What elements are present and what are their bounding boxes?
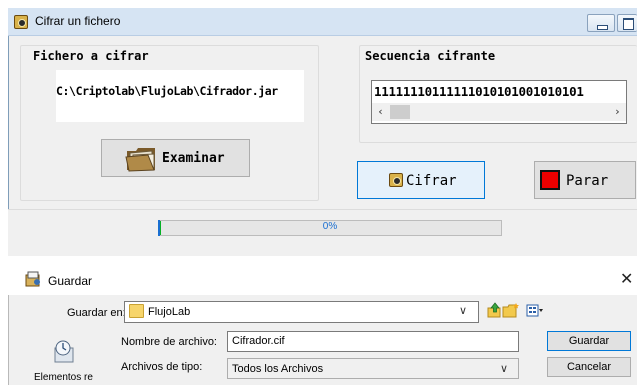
scroll-right-icon[interactable]: ›	[609, 103, 626, 121]
chevron-down-icon[interactable]: ∨	[459, 304, 467, 317]
progress-label: 0%	[322, 221, 338, 232]
save-dialog-icon	[25, 271, 40, 287]
view-menu-icon[interactable]	[526, 303, 544, 318]
filetype-value: Todos los Archivos	[232, 363, 324, 375]
folder-icon	[129, 304, 144, 318]
cipher-window-title: Cifrar un fichero	[35, 14, 121, 28]
file-groupbox	[20, 45, 319, 201]
maximize-button[interactable]	[617, 14, 637, 32]
folder-files-icon	[125, 148, 155, 172]
app-key-icon	[389, 173, 403, 187]
file-path-text: C:\Criptolab\FlujoLab\Cifrador.jar	[56, 84, 278, 98]
up-folder-icon[interactable]	[487, 302, 502, 318]
places-item-label: Elementos re	[34, 372, 93, 383]
recent-items-icon[interactable]	[51, 338, 75, 364]
app-key-icon	[14, 15, 28, 29]
sequence-group-label: Secuencia cifrante	[362, 49, 499, 63]
browse-button-label: Examinar	[162, 151, 225, 166]
minimize-button[interactable]	[587, 14, 615, 32]
cipher-button-label: Cifrar	[406, 173, 457, 189]
sequence-value: 11111110111111010101001010101	[374, 84, 584, 99]
filename-input[interactable]: Cifrador.cif	[227, 331, 519, 352]
filetype-label: Archivos de tipo:	[121, 361, 203, 373]
stop-icon	[540, 170, 560, 190]
file-group-label: Fichero a cifrar	[30, 49, 152, 63]
save-button[interactable]: Guardar	[547, 331, 631, 351]
save-in-value: FlujoLab	[148, 306, 191, 318]
sequence-scrollbar[interactable]	[372, 103, 626, 121]
scroll-left-icon[interactable]: ‹	[372, 103, 389, 121]
close-icon[interactable]: ✕	[620, 269, 633, 288]
filename-label: Nombre de archivo:	[121, 336, 217, 348]
save-dialog-title: Guardar	[48, 274, 93, 288]
scrollbar-thumb[interactable]	[390, 105, 410, 119]
new-folder-icon[interactable]	[502, 302, 520, 318]
save-dialog-titlebar[interactable]	[8, 263, 637, 295]
cancel-button[interactable]: Cancelar	[547, 357, 631, 377]
stop-button-label: Parar	[566, 173, 609, 189]
save-in-label: Guardar en:	[67, 307, 126, 319]
chevron-down-icon[interactable]: ∨	[500, 362, 508, 375]
